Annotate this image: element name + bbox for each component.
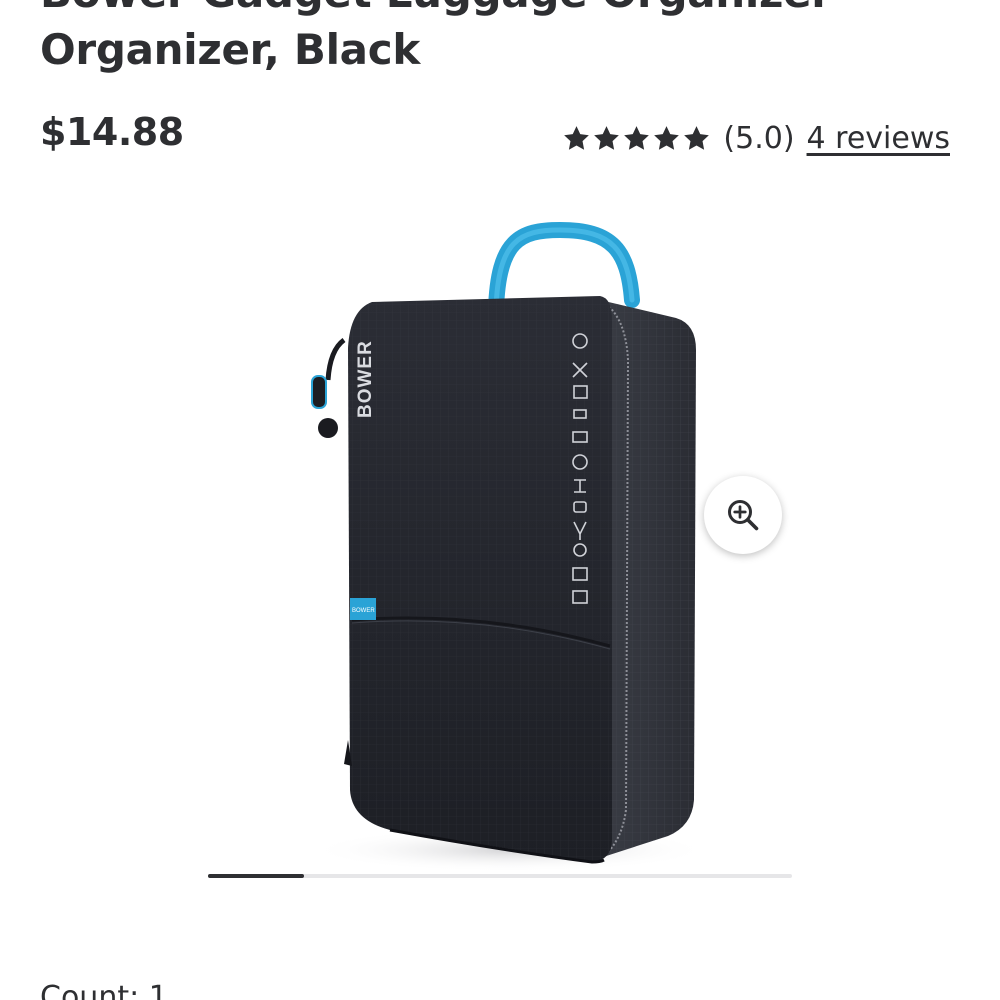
product-price: $14.88 [40, 110, 184, 154]
bag-brand-text: BOWER [355, 340, 376, 418]
rating-value: (5.0) [723, 120, 795, 156]
product-title-cut-line: Bower Gadget Luggage Organizer [40, 0, 832, 18]
reviews-link[interactable]: 4 reviews [807, 121, 950, 156]
star-icon [564, 125, 590, 150]
star-icon [624, 125, 650, 150]
star-icon [594, 125, 620, 150]
zoom-button[interactable] [704, 476, 782, 554]
product-image: BOWER BOWER [310, 221, 710, 872]
count-label: Count: 1 [40, 980, 168, 1000]
carousel-progress-indicator [208, 874, 305, 878]
zoom-in-icon [728, 500, 759, 531]
carousel-progress-track[interactable] [208, 874, 792, 878]
product-image-carousel[interactable]: BOWER BOWER [0, 200, 1000, 880]
rating-summary: (5.0) 4 reviews [562, 116, 950, 160]
product-title: Organizer, Black [40, 25, 420, 74]
star-icon [684, 125, 710, 150]
rating-stars [562, 124, 711, 153]
star-icon [654, 125, 680, 150]
product-page: Bower Gadget Luggage Organizer Organizer… [0, 0, 1000, 1000]
bag-tag-text: BOWER [352, 608, 375, 614]
